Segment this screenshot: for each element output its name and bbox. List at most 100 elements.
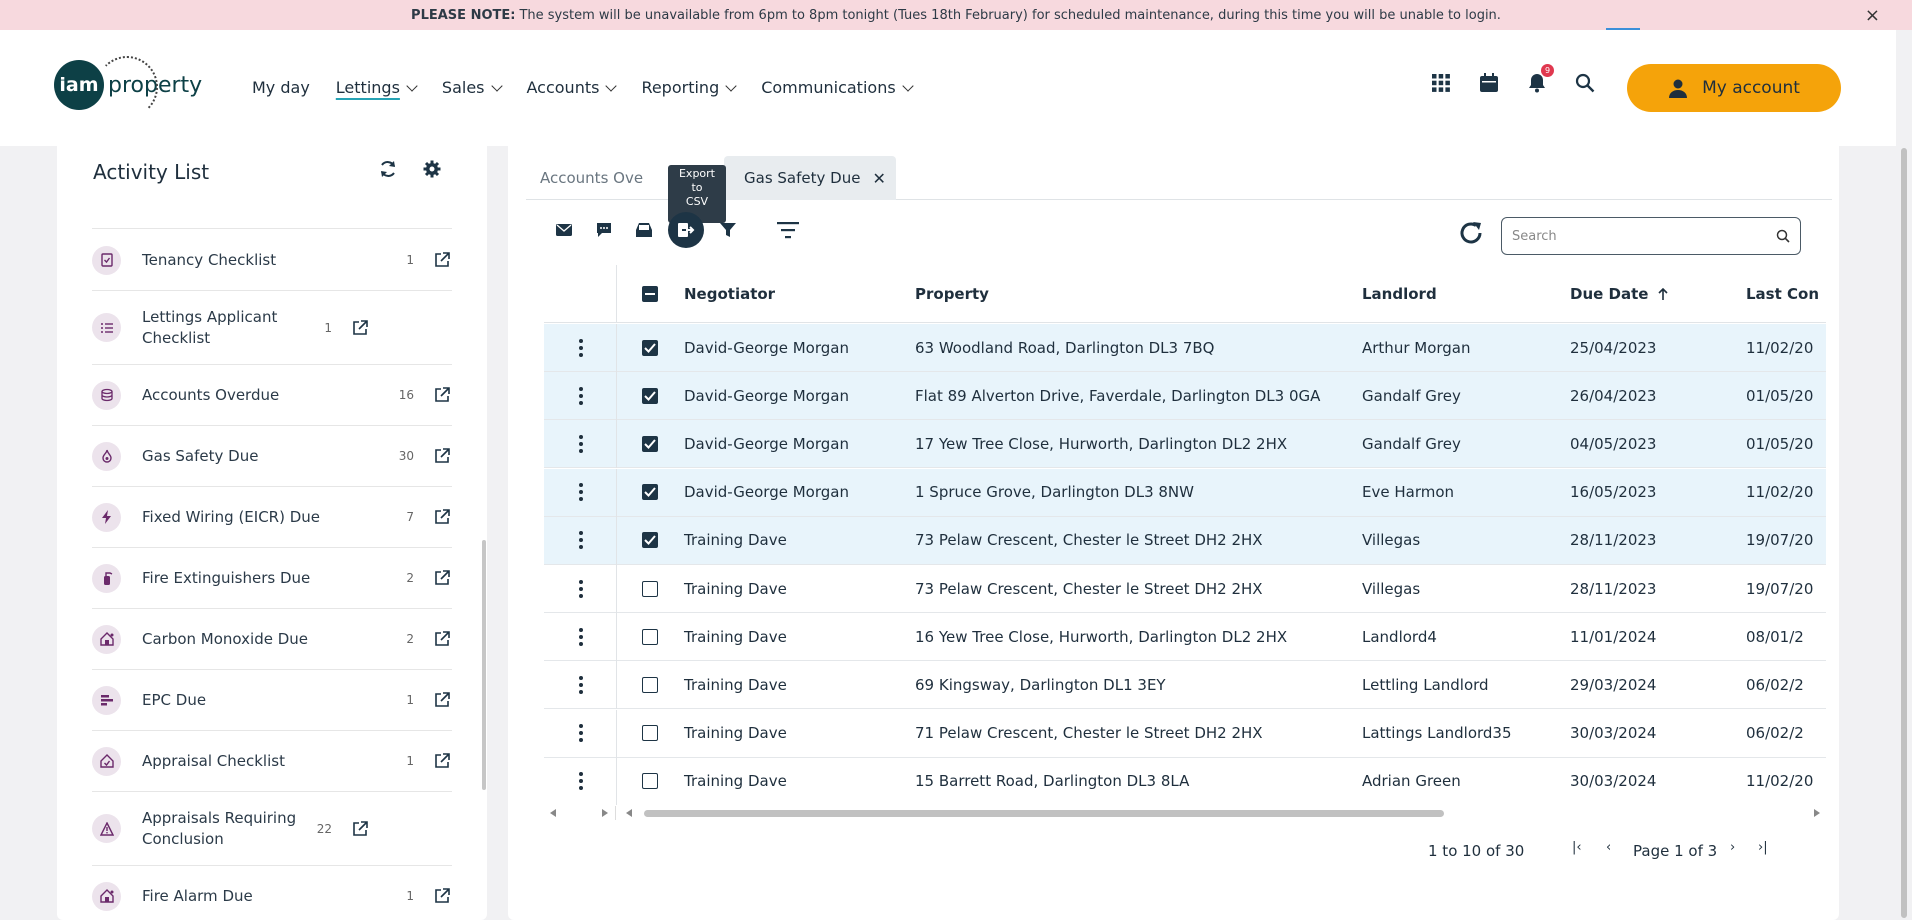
table-row[interactable]: David-George Morgan Flat 89 Alverton Driv… [544,372,1826,421]
table-row[interactable]: Training Dave 15 Barrett Road, Darlington… [544,757,1826,805]
activity-item-label[interactable]: Appraisal Checklist [142,751,384,772]
notifications-bell-icon[interactable]: 9 [1526,64,1554,94]
email-icon[interactable] [544,213,584,247]
column-header-landlord[interactable]: Landlord [1362,265,1437,322]
row-checkbox[interactable] [642,420,658,467]
close-icon[interactable]: × [1865,5,1880,26]
refresh-icon[interactable] [379,160,397,182]
logo[interactable]: iam property [54,56,202,118]
filter-icon[interactable] [708,213,748,247]
activity-item[interactable]: Fixed Wiring (EICR) Due 7 [92,487,452,548]
activity-item[interactable]: Appraisals Requiring Conclusion 22 [92,792,452,866]
activity-item-label[interactable]: Lettings Applicant Checklist [142,307,302,349]
grid-refresh-icon[interactable] [1458,220,1484,250]
activity-item[interactable]: Fire Alarm Due 1 [92,866,452,920]
table-row[interactable]: David-George Morgan 63 Woodland Road, Dar… [544,324,1826,372]
row-checkbox[interactable] [642,613,658,660]
row-actions-kebab-icon[interactable] [576,565,586,612]
column-filter-icon[interactable] [768,213,808,247]
row-checkbox[interactable] [642,469,658,516]
activity-item-label[interactable]: Fire Extinguishers Due [142,568,384,589]
activity-item-label[interactable]: Accounts Overdue [142,385,384,406]
scroll-left-arrow[interactable] [550,809,556,817]
open-external-icon[interactable] [432,385,452,405]
column-header-last-contact[interactable]: Last Con [1746,265,1819,322]
open-external-icon[interactable] [432,250,452,270]
nav-item-communications[interactable]: Communications [761,78,914,97]
select-all-checkbox[interactable] [642,265,658,322]
row-checkbox[interactable] [642,565,658,612]
inbox-icon[interactable] [624,213,664,247]
table-row[interactable]: Training Dave 16 Yew Tree Close, Hurworth… [544,613,1826,662]
open-external-icon[interactable] [432,886,452,906]
search-input[interactable] [1512,228,1776,244]
settings-gear-icon[interactable] [423,160,441,182]
activity-item-label[interactable]: Fire Alarm Due [142,886,384,907]
row-checkbox[interactable] [642,372,658,419]
my-account-button[interactable]: My account [1627,64,1841,112]
grid-search-field[interactable] [1501,217,1801,255]
search-field-icon[interactable] [1776,229,1790,243]
prev-page-icon[interactable]: ‹ [1606,840,1611,855]
table-row[interactable]: Training Dave 69 Kingsway, Darlington DL1… [544,661,1826,710]
open-external-icon[interactable] [432,507,452,527]
row-checkbox[interactable] [642,758,658,805]
open-external-icon[interactable] [432,690,452,710]
nav-item-reporting[interactable]: Reporting [641,78,737,97]
row-actions-kebab-icon[interactable] [576,469,586,516]
activity-item-label[interactable]: Fixed Wiring (EICR) Due [142,507,384,528]
main-scroll-left-arrow[interactable] [626,809,632,817]
row-actions-kebab-icon[interactable] [576,758,586,805]
sms-icon[interactable] [584,213,624,247]
activity-item[interactable]: Lettings Applicant Checklist 1 [92,291,452,365]
activity-item-label[interactable]: EPC Due [142,690,384,711]
column-header-negotiator[interactable]: Negotiator [684,265,775,322]
tab-accounts-overdue[interactable]: Accounts Ove [540,156,643,200]
horizontal-scrollbar[interactable] [544,806,1826,820]
row-checkbox[interactable] [642,661,658,708]
scroll-right-arrow[interactable] [602,809,608,817]
nav-item-my-day[interactable]: My day [252,78,310,97]
row-actions-kebab-icon[interactable] [576,661,586,708]
tab-gas-safety-due[interactable]: Gas Safety Due ✕ [724,156,896,200]
next-page-icon[interactable]: › [1730,840,1735,855]
row-actions-kebab-icon[interactable] [576,420,586,467]
nav-item-lettings[interactable]: Lettings [336,78,418,97]
left-panel-scrollbar[interactable] [482,540,486,790]
table-row[interactable]: David-George Morgan 1 Spruce Grove, Darli… [544,468,1826,517]
page-scrollbar[interactable] [1896,30,1912,920]
activity-item-label[interactable]: Gas Safety Due [142,446,384,467]
page-scroll-thumb[interactable] [1901,148,1907,918]
export-csv-icon[interactable] [668,212,704,248]
row-checkbox[interactable] [642,710,658,757]
activity-item[interactable]: Carbon Monoxide Due 2 [92,609,452,670]
open-external-icon[interactable] [432,751,452,771]
open-external-icon[interactable] [432,568,452,588]
column-header-due-date[interactable]: Due Date [1570,265,1669,322]
search-icon[interactable] [1574,72,1596,94]
activity-item-label[interactable]: Appraisals Requiring Conclusion [142,808,302,850]
nav-item-accounts[interactable]: Accounts [527,78,618,97]
nav-item-sales[interactable]: Sales [442,78,503,97]
activity-item[interactable]: Accounts Overdue 16 [92,365,452,426]
row-actions-kebab-icon[interactable] [576,324,586,371]
activity-item[interactable]: Appraisal Checklist 1 [92,731,452,792]
activity-item[interactable]: Tenancy Checklist 1 [92,230,452,291]
activity-item-label[interactable]: Tenancy Checklist [142,250,384,271]
table-row[interactable]: David-George Morgan 17 Yew Tree Close, Hu… [544,420,1826,469]
row-actions-kebab-icon[interactable] [576,613,586,660]
row-actions-kebab-icon[interactable] [576,517,586,564]
open-external-icon[interactable] [432,446,452,466]
row-checkbox[interactable] [642,517,658,564]
horizontal-scroll-thumb[interactable] [644,810,1444,817]
row-actions-kebab-icon[interactable] [576,372,586,419]
table-row[interactable]: Training Dave 73 Pelaw Crescent, Chester … [544,516,1826,565]
table-row[interactable]: Training Dave 73 Pelaw Crescent, Chester … [544,565,1826,613]
apps-grid-icon[interactable] [1430,72,1452,94]
close-tab-icon[interactable]: ✕ [872,169,885,188]
main-scroll-right-arrow[interactable] [1814,809,1820,817]
open-external-icon[interactable] [432,629,452,649]
first-page-icon[interactable]: |‹ [1572,840,1582,855]
activity-item[interactable]: Fire Extinguishers Due 2 [92,548,452,609]
column-header-property[interactable]: Property [915,265,989,322]
